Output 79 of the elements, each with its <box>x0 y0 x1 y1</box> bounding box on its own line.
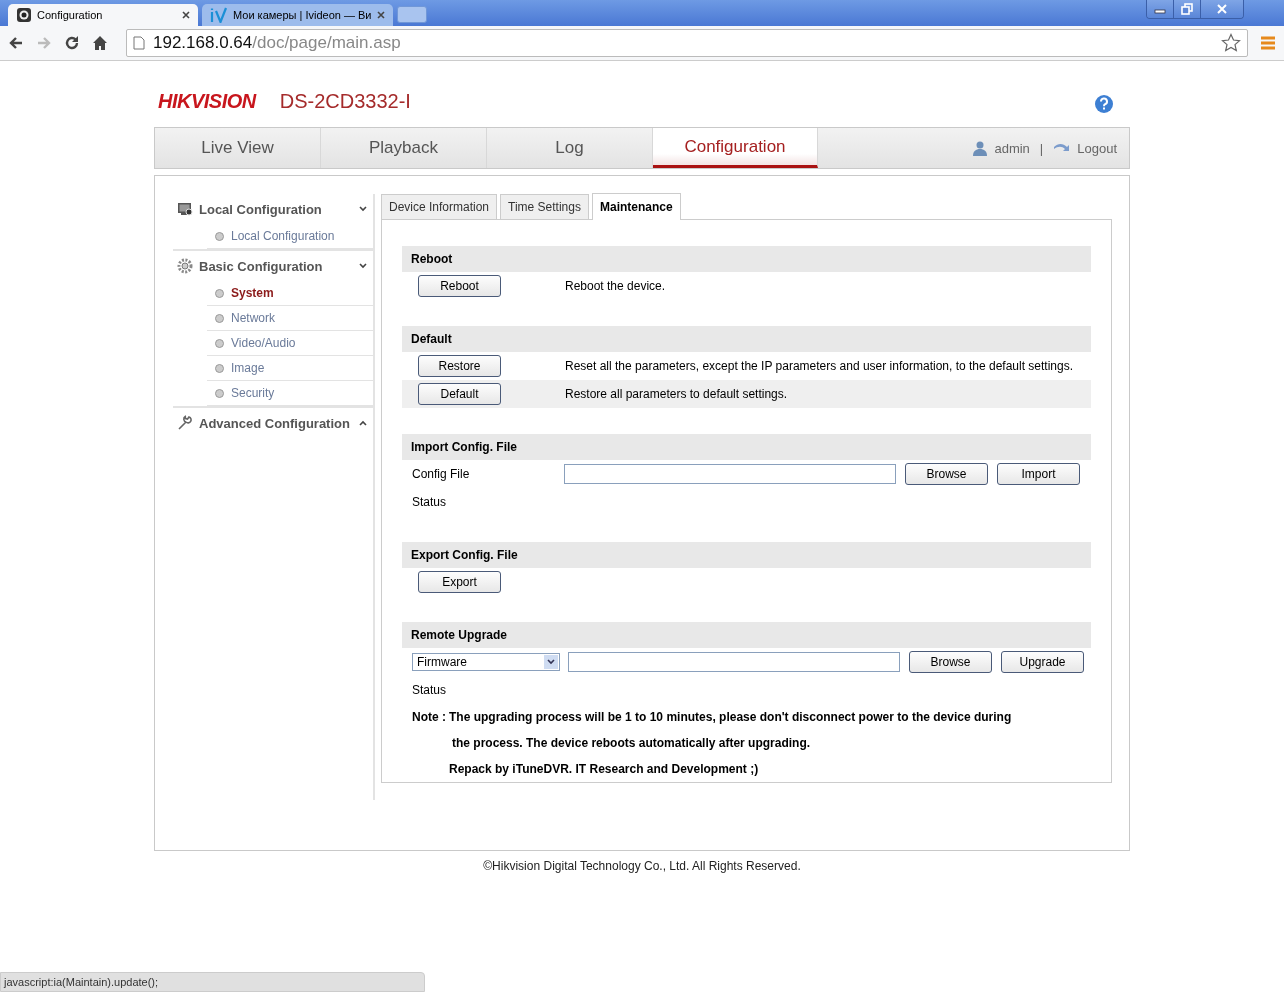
tab-title: Мои камеры | Ivideon — Ви <box>233 9 372 21</box>
separator: | <box>1039 140 1044 156</box>
chevron-down-icon <box>359 206 367 212</box>
browser-tab[interactable]: Мои камеры | Ivideon — Ви <box>202 4 393 26</box>
action-button[interactable]: Export <box>418 571 501 593</box>
description-text: Restore all parameters to default settings. <box>565 387 788 401</box>
iv-logo-icon <box>210 7 228 23</box>
monitor-gear-icon <box>177 201 193 217</box>
gear-icon <box>177 258 193 274</box>
action-button[interactable]: Default <box>418 383 501 405</box>
section-header: Export Config. File <box>402 542 1091 568</box>
wrench-icon <box>177 415 193 431</box>
section-header: Reboot <box>402 246 1091 272</box>
sidebar-item[interactable]: Network <box>207 306 373 331</box>
note-text: Repack by iTuneDVR. IT Research and Development ;) <box>449 762 759 776</box>
restore-button[interactable] <box>1174 0 1201 18</box>
section-header: Remote Upgrade <box>402 622 1091 648</box>
sidebar-item[interactable]: Image <box>207 356 373 381</box>
status-label: Status <box>412 495 447 509</box>
close-icon[interactable] <box>376 11 385 19</box>
reload-icon[interactable] <box>64 35 80 51</box>
action-button[interactable]: Reboot <box>418 275 501 297</box>
tab-title: Configuration <box>37 9 104 21</box>
brand-logo: HIKVISION <box>158 90 256 113</box>
action-button[interactable]: Import <box>997 463 1080 485</box>
home-icon[interactable] <box>92 35 108 51</box>
section-header: Default <box>402 326 1091 352</box>
logout-link[interactable]: Logout <box>1077 140 1117 156</box>
device-model: DS-2CD3332-I <box>279 90 411 113</box>
sidebar-item[interactable]: Video/Audio <box>207 331 373 356</box>
field-label: Config File <box>412 467 470 481</box>
status-bubble: javascript:ia(Maintain).update(); <box>0 972 425 992</box>
help-icon[interactable] <box>1094 94 1114 114</box>
chevron-up-icon <box>359 420 367 426</box>
dropdown[interactable]: Firmware <box>412 653 560 671</box>
sidebar-group[interactable]: Basic Configuration <box>173 249 373 281</box>
back-arrow-icon[interactable] <box>8 35 24 51</box>
nav-tab[interactable]: Playback <box>321 128 487 168</box>
note-text: The upgrading process will be 1 to 10 minutes, please don't disconnect power to the device during <box>449 710 1012 724</box>
logout-arrow-icon[interactable] <box>1053 142 1072 154</box>
description-text: Reset all the parameters, except the IP parameters and user information, to the default settings. <box>565 359 1074 373</box>
close-window-button[interactable] <box>1201 0 1243 18</box>
section-header: Import Config. File <box>402 434 1091 460</box>
action-button[interactable]: Upgrade <box>1001 651 1084 673</box>
content-tab[interactable]: Device Information <box>381 194 498 219</box>
action-button[interactable]: Browse <box>909 651 992 673</box>
sidebar-item[interactable]: Security <box>207 381 373 406</box>
copyright-text: ©Hikvision Digital Technology Co., Ltd. All Rights Reserved. <box>482 859 802 873</box>
star-icon[interactable] <box>1221 33 1241 53</box>
address-bar[interactable]: 192.168.0.64/doc/page/main.asp <box>126 29 1248 57</box>
sidebar-group[interactable]: Advanced Configuration <box>173 406 373 438</box>
action-button[interactable]: Browse <box>905 463 988 485</box>
file-path-field[interactable] <box>568 652 900 672</box>
user-icon <box>972 140 989 156</box>
file-path-field[interactable] <box>564 464 896 484</box>
description-text: Reboot the device. <box>565 279 666 293</box>
note-text: the process. The device reboots automatically after upgrading. <box>452 736 811 750</box>
browser-tab[interactable]: Configuration <box>8 4 198 26</box>
menu-icon[interactable] <box>1260 35 1276 51</box>
content-tab[interactable]: Time Settings <box>500 194 589 219</box>
chevron-down-icon <box>359 263 367 269</box>
content-tab[interactable]: Maintenance <box>591 193 681 220</box>
page-icon <box>133 36 145 50</box>
nav-tab[interactable]: Configuration <box>653 128 818 168</box>
restore-icon <box>1181 3 1193 15</box>
close-icon[interactable] <box>182 11 190 19</box>
action-button[interactable]: Restore <box>418 355 501 377</box>
status-label: Status <box>412 683 447 697</box>
sidebar-item[interactable]: System <box>207 281 373 306</box>
nav-tab[interactable]: Live View <box>155 128 321 168</box>
camera-lens-icon <box>16 7 32 23</box>
close-icon <box>1216 4 1228 14</box>
url-text: 192.168.0.64/doc/page/main.asp <box>153 33 402 53</box>
sidebar-group[interactable]: Local Configuration <box>173 194 373 224</box>
sidebar-item[interactable]: Local Configuration <box>207 224 373 249</box>
username: admin <box>994 140 1030 156</box>
caret-icon <box>547 659 555 665</box>
minimize-button[interactable] <box>1147 0 1174 18</box>
note-label: Note : <box>412 710 447 724</box>
